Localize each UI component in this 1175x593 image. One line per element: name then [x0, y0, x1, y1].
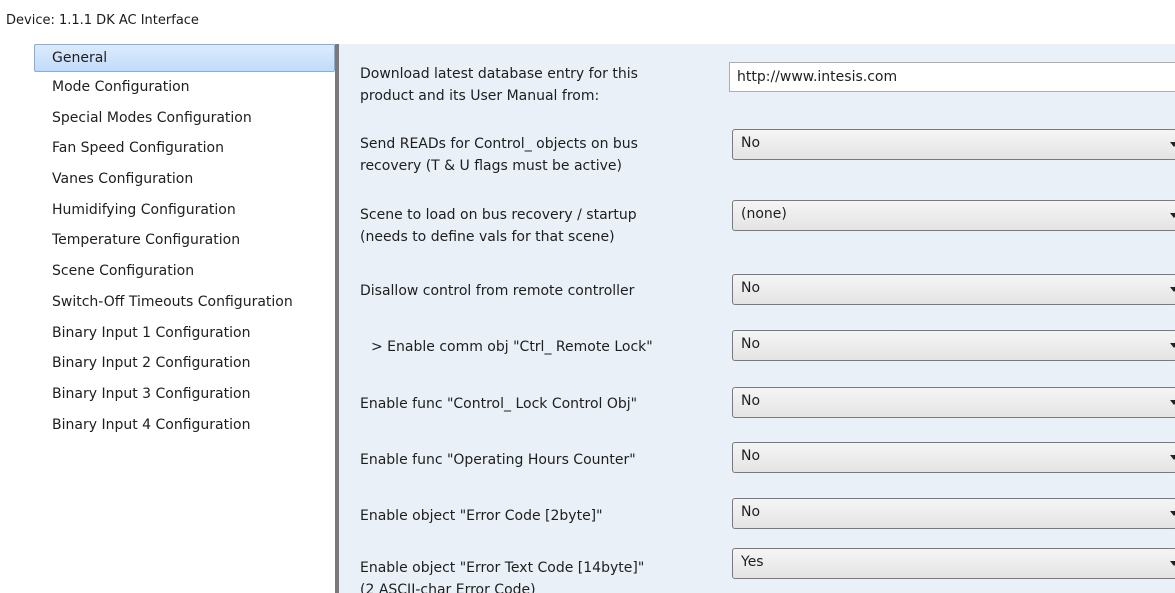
sidebar-item-special-modes-configuration[interactable]: Special Modes Configuration: [34, 103, 335, 134]
lock-control-value: No: [741, 393, 761, 409]
sidebar-item-binary-input-1-configuration[interactable]: Binary Input 1 Configuration: [34, 318, 335, 349]
download-url-field[interactable]: [729, 62, 1175, 92]
sidebar-item-vanes-configuration[interactable]: Vanes Configuration: [34, 164, 335, 195]
sidebar-item-binary-input-3-configuration[interactable]: Binary Input 3 Configuration: [34, 379, 335, 410]
sidebar-item-general[interactable]: General: [34, 44, 335, 72]
disallow-remote-label: Disallow control from remote controller: [360, 283, 635, 299]
chevron-down-icon: [1170, 455, 1175, 460]
error-text-select[interactable]: Yes: [732, 548, 1175, 579]
chevron-down-icon: [1170, 142, 1175, 147]
hours-counter-label: Enable func "Operating Hours Counter": [360, 452, 636, 468]
chevron-down-icon: [1170, 213, 1175, 218]
lock-control-label: Enable func "Control_ Lock Control Obj": [360, 396, 638, 412]
scene-load-select[interactable]: (none): [732, 200, 1175, 231]
disallow-remote-value: No: [741, 280, 761, 296]
error-text-label-line1: Enable object "Error Text Code [14byte]": [360, 560, 645, 576]
download-label-line1: Download latest database entry for this: [360, 66, 638, 82]
window-title: Device: 1.1.1 DK AC Interface: [0, 0, 1175, 34]
chevron-down-icon: [1170, 343, 1175, 348]
hours-counter-value: No: [741, 448, 761, 464]
error-code-value: No: [741, 504, 761, 520]
error-text-label-line2: (2 ASCII-char Error Code): [360, 582, 536, 593]
send-reads-select[interactable]: No: [732, 129, 1175, 160]
error-code-select[interactable]: No: [732, 498, 1175, 529]
error-code-label: Enable object "Error Code [2byte]": [360, 508, 603, 524]
sidebar-item-temperature-configuration[interactable]: Temperature Configuration: [34, 225, 335, 256]
sidebar-item-binary-input-4-configuration[interactable]: Binary Input 4 Configuration: [34, 410, 335, 441]
scene-load-label-line1: Scene to load on bus recovery / startup: [360, 207, 637, 223]
sidebar-item-fan-speed-configuration[interactable]: Fan Speed Configuration: [34, 133, 335, 164]
sidebar-item-humidifying-configuration[interactable]: Humidifying Configuration: [34, 195, 335, 226]
chevron-down-icon: [1170, 287, 1175, 292]
error-text-label: Enable object "Error Text Code [14byte]"…: [360, 557, 730, 593]
sidebar-item-mode-configuration[interactable]: Mode Configuration: [34, 72, 335, 103]
sidebar-item-scene-configuration[interactable]: Scene Configuration: [34, 256, 335, 287]
scene-load-value: (none): [741, 206, 787, 222]
window: Device: 1.1.1 DK AC Interface General Mo…: [0, 0, 1175, 593]
parameters-panel: Download latest database entry for this …: [339, 44, 1175, 593]
download-label: Download latest database entry for this …: [360, 63, 730, 107]
remote-lock-value: No: [741, 336, 761, 352]
scene-load-label-line2: (needs to define vals for that scene): [360, 229, 615, 245]
send-reads-value: No: [741, 135, 761, 151]
error-text-value: Yes: [741, 554, 764, 570]
lock-control-select[interactable]: No: [732, 387, 1175, 418]
chevron-down-icon: [1170, 511, 1175, 516]
hours-counter-select[interactable]: No: [732, 442, 1175, 473]
sidebar-item-binary-input-2-configuration[interactable]: Binary Input 2 Configuration: [34, 348, 335, 379]
disallow-remote-select[interactable]: No: [732, 274, 1175, 305]
send-reads-label: Send READs for Control_ objects on bus r…: [360, 133, 730, 177]
remote-lock-label: > Enable comm obj "Ctrl_ Remote Lock": [371, 339, 653, 355]
send-reads-label-line1: Send READs for Control_ objects on bus: [360, 136, 638, 152]
sidebar-item-switch-off-timeouts-configuration[interactable]: Switch-Off Timeouts Configuration: [34, 287, 335, 318]
download-label-line2: product and its User Manual from:: [360, 88, 600, 104]
scene-load-label: Scene to load on bus recovery / startup …: [360, 204, 730, 248]
send-reads-label-line2: recovery (T & U flags must be active): [360, 158, 622, 174]
chevron-down-icon: [1170, 561, 1175, 566]
sidebar: General Mode Configuration Special Modes…: [34, 44, 335, 593]
remote-lock-select[interactable]: No: [732, 330, 1175, 361]
chevron-down-icon: [1170, 400, 1175, 405]
